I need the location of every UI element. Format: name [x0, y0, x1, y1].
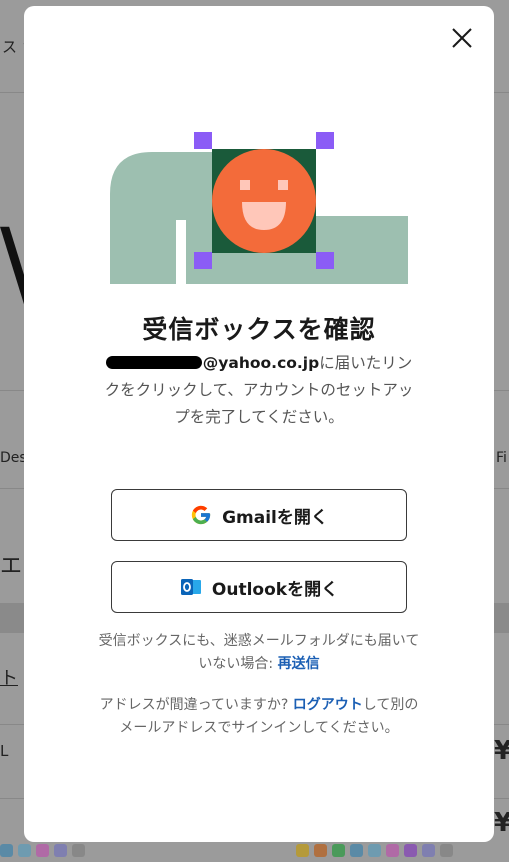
resend-link[interactable]: 再送信 — [278, 656, 320, 672]
open-gmail-button[interactable]: Gmailを開く — [111, 489, 407, 541]
smiley-illustration — [110, 132, 408, 284]
open-outlook-label: Outlookを開く — [211, 579, 339, 600]
wrong-address-info: アドレスが間違っていますか? ログアウトして別のメールアドレスでサインインしてく… — [94, 694, 424, 740]
wrong-address-text: アドレスが間違っていますか? — [99, 697, 293, 713]
resend-text: 受信ボックスにも、迷惑メールフォルダにも届いていない場合: — [98, 633, 420, 672]
background-label: L — [0, 742, 9, 760]
email-address: @yahoo.co.jp — [105, 354, 320, 372]
verify-email-modal: 受信ボックスを確認 @yahoo.co.jpに届いたリンクをクリックして、アカウ… — [24, 6, 494, 842]
open-gmail-label: Gmailを開く — [222, 507, 328, 528]
background-label: Des — [0, 450, 27, 466]
email-domain: @yahoo.co.jp — [202, 354, 320, 372]
redacted-email-mask — [105, 356, 202, 369]
modal-description: @yahoo.co.jpに届いたリンクをクリックして、アカウントのセットアップを… — [104, 350, 414, 431]
background-link: ト — [0, 668, 18, 689]
logout-link[interactable]: ログアウト — [293, 697, 363, 713]
background-icon-row — [296, 844, 453, 860]
modal-title: 受信ボックスを確認 — [142, 315, 376, 344]
background-price: ¥ — [494, 736, 509, 766]
background-glyph: \ — [0, 214, 24, 324]
background-icon-row — [0, 844, 85, 860]
resend-info: 受信ボックスにも、迷惑メールフォルダにも届いていない場合: 再送信 — [94, 630, 424, 676]
background-heading: エ — [0, 554, 23, 579]
close-icon — [452, 28, 472, 48]
google-icon — [191, 505, 211, 525]
close-button[interactable] — [448, 24, 476, 52]
open-outlook-button[interactable]: Outlookを開く — [111, 561, 407, 613]
background-label: Fi — [496, 450, 507, 466]
background-price: ¥ — [494, 808, 509, 838]
outlook-icon — [180, 579, 201, 595]
